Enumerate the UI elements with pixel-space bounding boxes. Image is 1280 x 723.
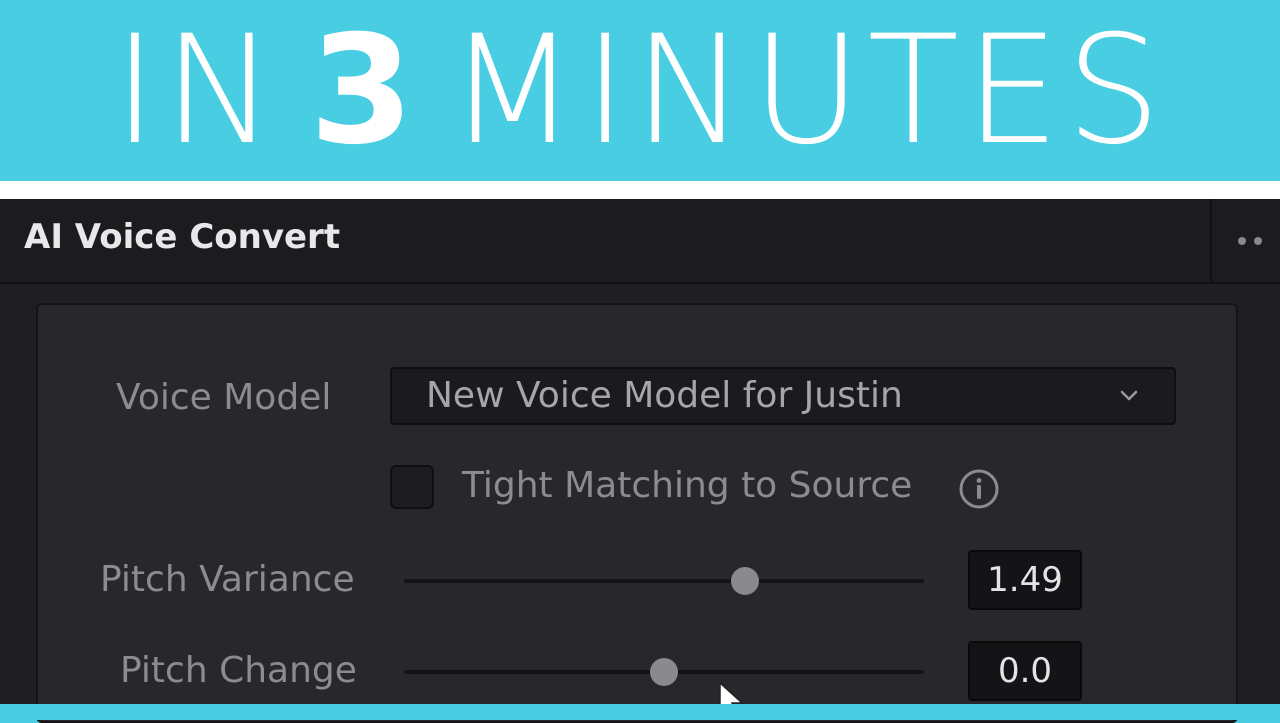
- pitch-change-label: Pitch Change: [120, 650, 357, 691]
- banner-divider: [0, 181, 1280, 199]
- pitch-variance-track[interactable]: [404, 579, 924, 583]
- pitch-change-input[interactable]: 0.0: [968, 641, 1082, 701]
- bottom-strip: [0, 704, 1280, 720]
- banner-text-minutes: MINUTES: [447, 3, 1168, 178]
- panel-header: AI Voice Convert: [0, 199, 1280, 284]
- chevron-down-icon: [1120, 390, 1138, 401]
- info-icon[interactable]: [958, 468, 1000, 510]
- banner-number: 3: [309, 3, 420, 178]
- title-banner: IN 3 MINUTES: [0, 0, 1280, 181]
- ai-voice-convert-panel: AI Voice Convert Voice Model New Voice M…: [0, 199, 1280, 723]
- tight-matching-label: Tight Matching to Source: [462, 465, 913, 506]
- voice-model-dropdown[interactable]: New Voice Model for Justin: [390, 367, 1176, 425]
- pitch-variance-input[interactable]: 1.49: [968, 550, 1082, 610]
- header-divider: [1210, 199, 1212, 282]
- tight-matching-checkbox[interactable]: [390, 465, 434, 509]
- voice-model-value: New Voice Model for Justin: [426, 375, 903, 416]
- pitch-change-thumb[interactable]: [650, 658, 678, 686]
- pitch-variance-label: Pitch Variance: [100, 559, 355, 600]
- panel-title: AI Voice Convert: [24, 217, 341, 257]
- pitch-variance-thumb[interactable]: [730, 567, 759, 595]
- more-dots-icon[interactable]: [1238, 231, 1280, 251]
- banner-text-in: IN: [112, 3, 282, 178]
- voice-model-label: Voice Model: [116, 377, 332, 418]
